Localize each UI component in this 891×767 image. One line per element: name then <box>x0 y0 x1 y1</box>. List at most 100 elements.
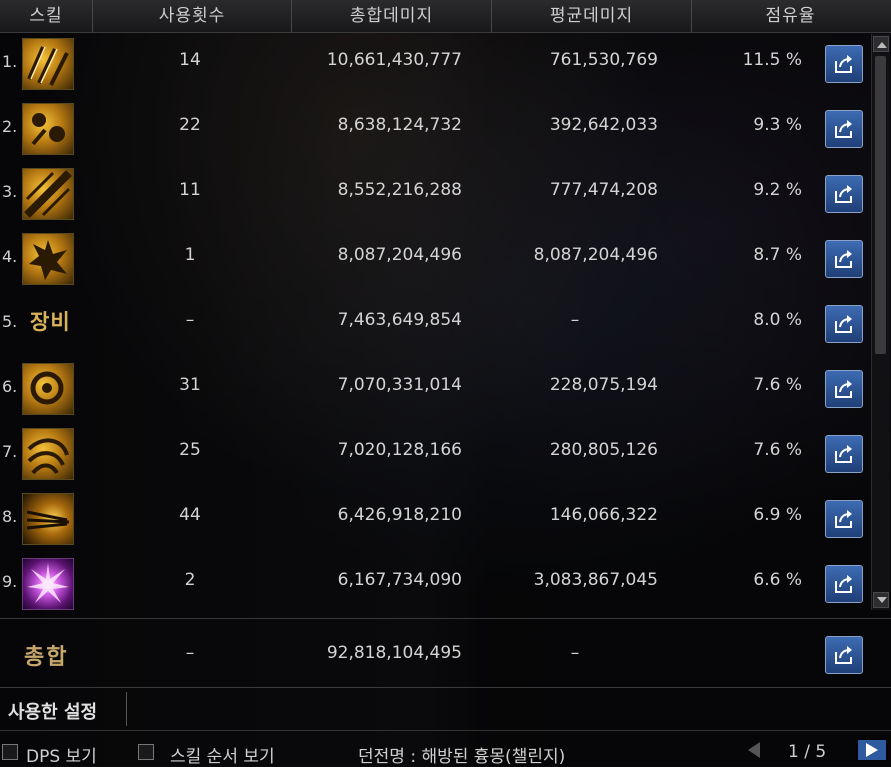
equipment-label: 장비 <box>30 310 71 334</box>
share-button[interactable] <box>825 370 863 408</box>
list-scrollbar[interactable] <box>871 34 890 610</box>
share-button[interactable] <box>825 240 863 278</box>
avg-damage: – <box>570 310 580 330</box>
avg-damage: 146,066,322 <box>549 505 658 525</box>
page-prev-icon[interactable] <box>744 740 762 760</box>
share-export-icon <box>835 185 852 203</box>
avg-damage: 777,474,208 <box>549 180 658 200</box>
share-export-icon <box>835 250 852 268</box>
rank-number: 1. <box>2 52 18 71</box>
total-damage: 7,020,128,166 <box>337 440 462 460</box>
share-percent: 6.9 % <box>753 505 802 525</box>
table-header: 스킬 사용횟수 총합데미지 평균데미지 점유율 <box>0 0 891 33</box>
page-indicator: 1 / 5 <box>788 742 827 762</box>
header-count: 사용횟수 <box>93 0 292 32</box>
use-count: 44 <box>179 505 201 525</box>
use-count: 22 <box>179 115 201 135</box>
share-button[interactable] <box>825 305 863 343</box>
table-row: 1. 14 10,661,430,777 761,530,769 11.5 % <box>0 32 870 97</box>
header-avg-damage: 평균데미지 <box>492 0 692 32</box>
share-percent: 7.6 % <box>753 375 802 395</box>
share-export-icon <box>835 445 852 463</box>
dps-view-label: DPS 보기 <box>26 747 97 767</box>
table-row: 6. 31 7,070,331,014 228,075,194 7.6 % <box>0 357 870 422</box>
total-damage: 7,070,331,014 <box>337 375 462 395</box>
total-damage: 8,638,124,732 <box>337 115 462 135</box>
total-damage: 8,087,204,496 <box>337 245 462 265</box>
share-button[interactable] <box>825 110 863 148</box>
table-row: 2. 22 8,638,124,732 392,642,033 9.3 % <box>0 97 870 162</box>
skill-punch-icon <box>22 363 74 415</box>
avg-damage: 3,083,867,045 <box>533 570 658 590</box>
rank-number: 8. <box>2 507 18 526</box>
scroll-up-button[interactable] <box>873 36 889 52</box>
rank-number: 9. <box>2 572 18 591</box>
avg-damage: 392,642,033 <box>549 115 658 135</box>
total-damage: 10,661,430,777 <box>326 50 462 70</box>
total-damage: 6,426,918,210 <box>337 505 462 525</box>
avg-damage: 761,530,769 <box>549 50 658 70</box>
avg-damage: 8,087,204,496 <box>533 245 658 265</box>
header-skill: 스킬 <box>0 0 93 32</box>
rank-number: 5. <box>2 312 18 331</box>
share-button[interactable] <box>825 45 863 83</box>
skill-slash-icon <box>22 168 74 220</box>
table-row: 9. 2 6,167,734,090 3,083,867,045 6.6 % <box>0 552 870 617</box>
skill-swirl-icon <box>22 428 74 480</box>
skill-explosion-icon <box>22 558 74 610</box>
use-count: 14 <box>179 50 201 70</box>
summary-total-damage: 92,818,104,495 <box>326 643 462 663</box>
summary-count: – <box>185 643 195 663</box>
summary-label: 총합 <box>24 645 69 670</box>
skill-order-checkbox[interactable] <box>138 744 154 760</box>
chevron-up-icon <box>877 42 887 48</box>
table-row: 5. 장비 – 7,463,649,854 – 8.0 % <box>0 292 870 357</box>
use-count: 2 <box>184 570 196 590</box>
use-count: 1 <box>184 245 196 265</box>
share-percent: 8.7 % <box>753 245 802 265</box>
rank-number: 7. <box>2 442 18 461</box>
share-button[interactable] <box>825 435 863 473</box>
rank-number: 3. <box>2 182 18 201</box>
share-export-icon <box>835 380 852 398</box>
bottom-options-bar: DPS 보기 스킬 순서 보기 던전명 : 해방된 흉몽(챌린지) 1 / 5 <box>0 734 891 767</box>
table-row: 8. 44 6,426,918,210 146,066,322 6.9 % <box>0 487 870 552</box>
share-export-icon <box>835 575 852 593</box>
share-percent: 6.6 % <box>753 570 802 590</box>
divider <box>126 692 127 726</box>
share-percent: 9.3 % <box>753 115 802 135</box>
use-count: 25 <box>179 440 201 460</box>
share-button[interactable] <box>825 175 863 213</box>
table-row: 3. 11 8,552,216,288 777,474,208 9.2 % <box>0 162 870 227</box>
chevron-down-icon <box>877 597 887 603</box>
share-export-icon <box>835 646 852 664</box>
total-damage: 7,463,649,854 <box>337 310 462 330</box>
use-count: 31 <box>179 375 201 395</box>
share-button[interactable] <box>825 500 863 538</box>
total-damage: 8,552,216,288 <box>337 180 462 200</box>
share-percent: 7.6 % <box>753 440 802 460</box>
skill-fist-icon <box>22 103 74 155</box>
use-count: 11 <box>179 180 201 200</box>
used-settings-tab[interactable]: 사용한 설정 <box>8 698 97 724</box>
share-percent: 8.0 % <box>753 310 802 330</box>
share-percent: 9.2 % <box>753 180 802 200</box>
skill-burst-icon <box>22 233 74 285</box>
summary-share-button[interactable] <box>825 636 863 674</box>
dungeon-name: 던전명 : 해방된 흉몽(챌린지) <box>358 747 566 767</box>
share-button[interactable] <box>825 565 863 603</box>
scroll-thumb[interactable] <box>875 56 886 354</box>
scroll-down-button[interactable] <box>873 592 889 608</box>
avg-damage: 228,075,194 <box>549 375 658 395</box>
share-export-icon <box>835 510 852 528</box>
page-next-icon[interactable] <box>858 740 886 760</box>
share-export-icon <box>835 315 852 333</box>
skill-wave-icon <box>22 493 74 545</box>
rank-number: 4. <box>2 247 18 266</box>
summary-avg-damage: – <box>570 643 580 663</box>
share-percent: 11.5 % <box>742 50 802 70</box>
table-row: 7. 25 7,020,128,166 280,805,126 7.6 % <box>0 422 870 487</box>
dps-view-checkbox[interactable] <box>2 744 18 760</box>
avg-damage: 280,805,126 <box>549 440 658 460</box>
header-share: 점유율 <box>765 6 816 26</box>
